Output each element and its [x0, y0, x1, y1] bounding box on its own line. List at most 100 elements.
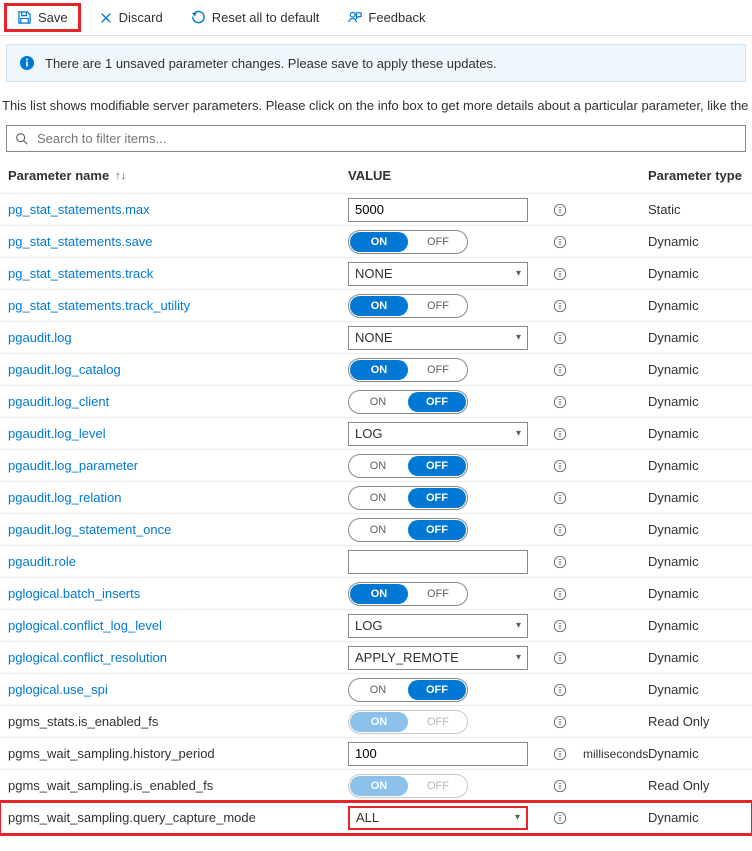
- param-type: Dynamic: [648, 746, 744, 761]
- info-icon[interactable]: [553, 555, 583, 569]
- table-row: pgaudit.log_levelLOG▾Dynamic: [0, 418, 752, 450]
- text-input[interactable]: [348, 742, 528, 766]
- toggle-switch[interactable]: ONOFF: [348, 518, 468, 542]
- info-icon[interactable]: [553, 299, 583, 313]
- info-icon[interactable]: [553, 523, 583, 537]
- info-icon[interactable]: [553, 651, 583, 665]
- toggle-on: ON: [350, 232, 408, 252]
- search-box[interactable]: [6, 125, 746, 152]
- select-input[interactable]: LOG▾: [348, 422, 528, 446]
- param-name[interactable]: pg_stat_statements.track_utility: [8, 298, 318, 313]
- toggle-on: ON: [349, 391, 407, 413]
- select-value: NONE: [355, 330, 393, 345]
- chevron-down-icon: ▾: [516, 268, 521, 279]
- param-type: Dynamic: [648, 618, 744, 633]
- info-icon[interactable]: [553, 587, 583, 601]
- param-type: Static: [648, 202, 744, 217]
- param-type: Dynamic: [648, 394, 744, 409]
- param-type: Dynamic: [648, 554, 744, 569]
- param-name[interactable]: pg_stat_statements.max: [8, 202, 318, 217]
- info-icon[interactable]: [553, 491, 583, 505]
- table-row: pgaudit.log_catalogONOFFDynamic: [0, 354, 752, 386]
- toggle-switch[interactable]: ONOFF: [348, 678, 468, 702]
- select-input[interactable]: APPLY_REMOTE▾: [348, 646, 528, 670]
- param-name[interactable]: pgaudit.log_parameter: [8, 458, 318, 473]
- param-name[interactable]: pgaudit.role: [8, 554, 318, 569]
- info-icon: [19, 55, 35, 71]
- param-name[interactable]: pglogical.use_spi: [8, 682, 318, 697]
- chevron-down-icon: ▾: [516, 620, 521, 631]
- table-row: pgaudit.logNONE▾Dynamic: [0, 322, 752, 354]
- param-type: Dynamic: [648, 490, 744, 505]
- info-icon[interactable]: [553, 619, 583, 633]
- info-icon[interactable]: [553, 427, 583, 441]
- discard-button[interactable]: Discard: [93, 6, 169, 29]
- info-icon[interactable]: [553, 747, 583, 761]
- param-type: Dynamic: [648, 458, 744, 473]
- param-name[interactable]: pg_stat_statements.track: [8, 266, 318, 281]
- info-icon[interactable]: [553, 267, 583, 281]
- unit-label: milliseconds: [583, 747, 648, 761]
- feedback-button[interactable]: Feedback: [341, 6, 431, 29]
- col-name[interactable]: Parameter name: [8, 168, 109, 183]
- search-input[interactable]: [35, 130, 737, 147]
- col-type[interactable]: Parameter type: [648, 168, 744, 183]
- param-name[interactable]: pgaudit.log_relation: [8, 490, 318, 505]
- param-name[interactable]: pg_stat_statements.save: [8, 234, 318, 249]
- col-value[interactable]: VALUE: [348, 168, 553, 183]
- info-icon[interactable]: [553, 715, 583, 729]
- table-row: pg_stat_statements.saveONOFFDynamic: [0, 226, 752, 258]
- param-type: Dynamic: [648, 522, 744, 537]
- sort-icon[interactable]: ↑↓: [115, 170, 126, 182]
- table-row: pgms_wait_sampling.query_capture_modeALL…: [0, 802, 752, 834]
- save-button[interactable]: Save: [4, 3, 81, 32]
- param-type: Dynamic: [648, 810, 744, 825]
- table-row: pgms_wait_sampling.history_periodmillise…: [0, 738, 752, 770]
- search-icon: [15, 132, 29, 146]
- toggle-off: OFF: [408, 392, 466, 412]
- select-value: NONE: [355, 266, 393, 281]
- param-name[interactable]: pglogical.batch_inserts: [8, 586, 318, 601]
- info-icon[interactable]: [553, 811, 583, 825]
- select-input[interactable]: ALL▾: [348, 806, 528, 830]
- param-name[interactable]: pglogical.conflict_log_level: [8, 618, 318, 633]
- select-input[interactable]: LOG ▾: [348, 614, 528, 638]
- info-icon[interactable]: [553, 363, 583, 377]
- info-icon[interactable]: [553, 235, 583, 249]
- param-name[interactable]: pgaudit.log: [8, 330, 318, 345]
- select-input[interactable]: NONE▾: [348, 326, 528, 350]
- param-name[interactable]: pgaudit.log_catalog: [8, 362, 318, 377]
- toggle-switch[interactable]: ONOFF: [348, 390, 468, 414]
- parameters-table: Parameter name ↑↓ VALUE Parameter type p…: [0, 158, 752, 834]
- text-input[interactable]: [348, 198, 528, 222]
- toggle-switch[interactable]: ONOFF: [348, 486, 468, 510]
- param-name[interactable]: pgaudit.log_level: [8, 426, 318, 441]
- toggle-switch[interactable]: ONOFF: [348, 230, 468, 254]
- toggle-switch[interactable]: ONOFF: [348, 454, 468, 478]
- param-name[interactable]: pgaudit.log_statement_once: [8, 522, 318, 537]
- table-row: pglogical.conflict_resolution APPLY_REMOT…: [0, 642, 752, 674]
- table-row: pgaudit.log_relation ONOFF Dynamic: [0, 482, 752, 514]
- param-name[interactable]: pgaudit.log_client: [8, 394, 318, 409]
- info-icon[interactable]: [553, 395, 583, 409]
- select-value: LOG: [355, 618, 382, 633]
- toggle-switch[interactable]: ONOFF: [348, 358, 468, 382]
- param-type: Read Only: [648, 714, 744, 729]
- toggle-off: OFF: [408, 488, 466, 508]
- info-icon[interactable]: [553, 779, 583, 793]
- info-icon[interactable]: [553, 683, 583, 697]
- toggle-on: ON: [349, 487, 407, 509]
- text-input[interactable]: [348, 550, 528, 574]
- info-icon[interactable]: [553, 459, 583, 473]
- select-input[interactable]: NONE ▾: [348, 262, 528, 286]
- toggle-off: OFF: [408, 520, 466, 540]
- info-icon[interactable]: [553, 331, 583, 345]
- chevron-down-icon: ▾: [516, 652, 521, 663]
- reset-button[interactable]: Reset all to default: [185, 6, 326, 29]
- param-name[interactable]: pglogical.conflict_resolution: [8, 650, 318, 665]
- toggle-switch: ONOFF: [348, 774, 468, 798]
- table-row: pgms_wait_sampling.is_enabled_fsONOFFRea…: [0, 770, 752, 802]
- info-icon[interactable]: [553, 203, 583, 217]
- toggle-switch[interactable]: ONOFF: [348, 294, 468, 318]
- toggle-switch[interactable]: ONOFF: [348, 582, 468, 606]
